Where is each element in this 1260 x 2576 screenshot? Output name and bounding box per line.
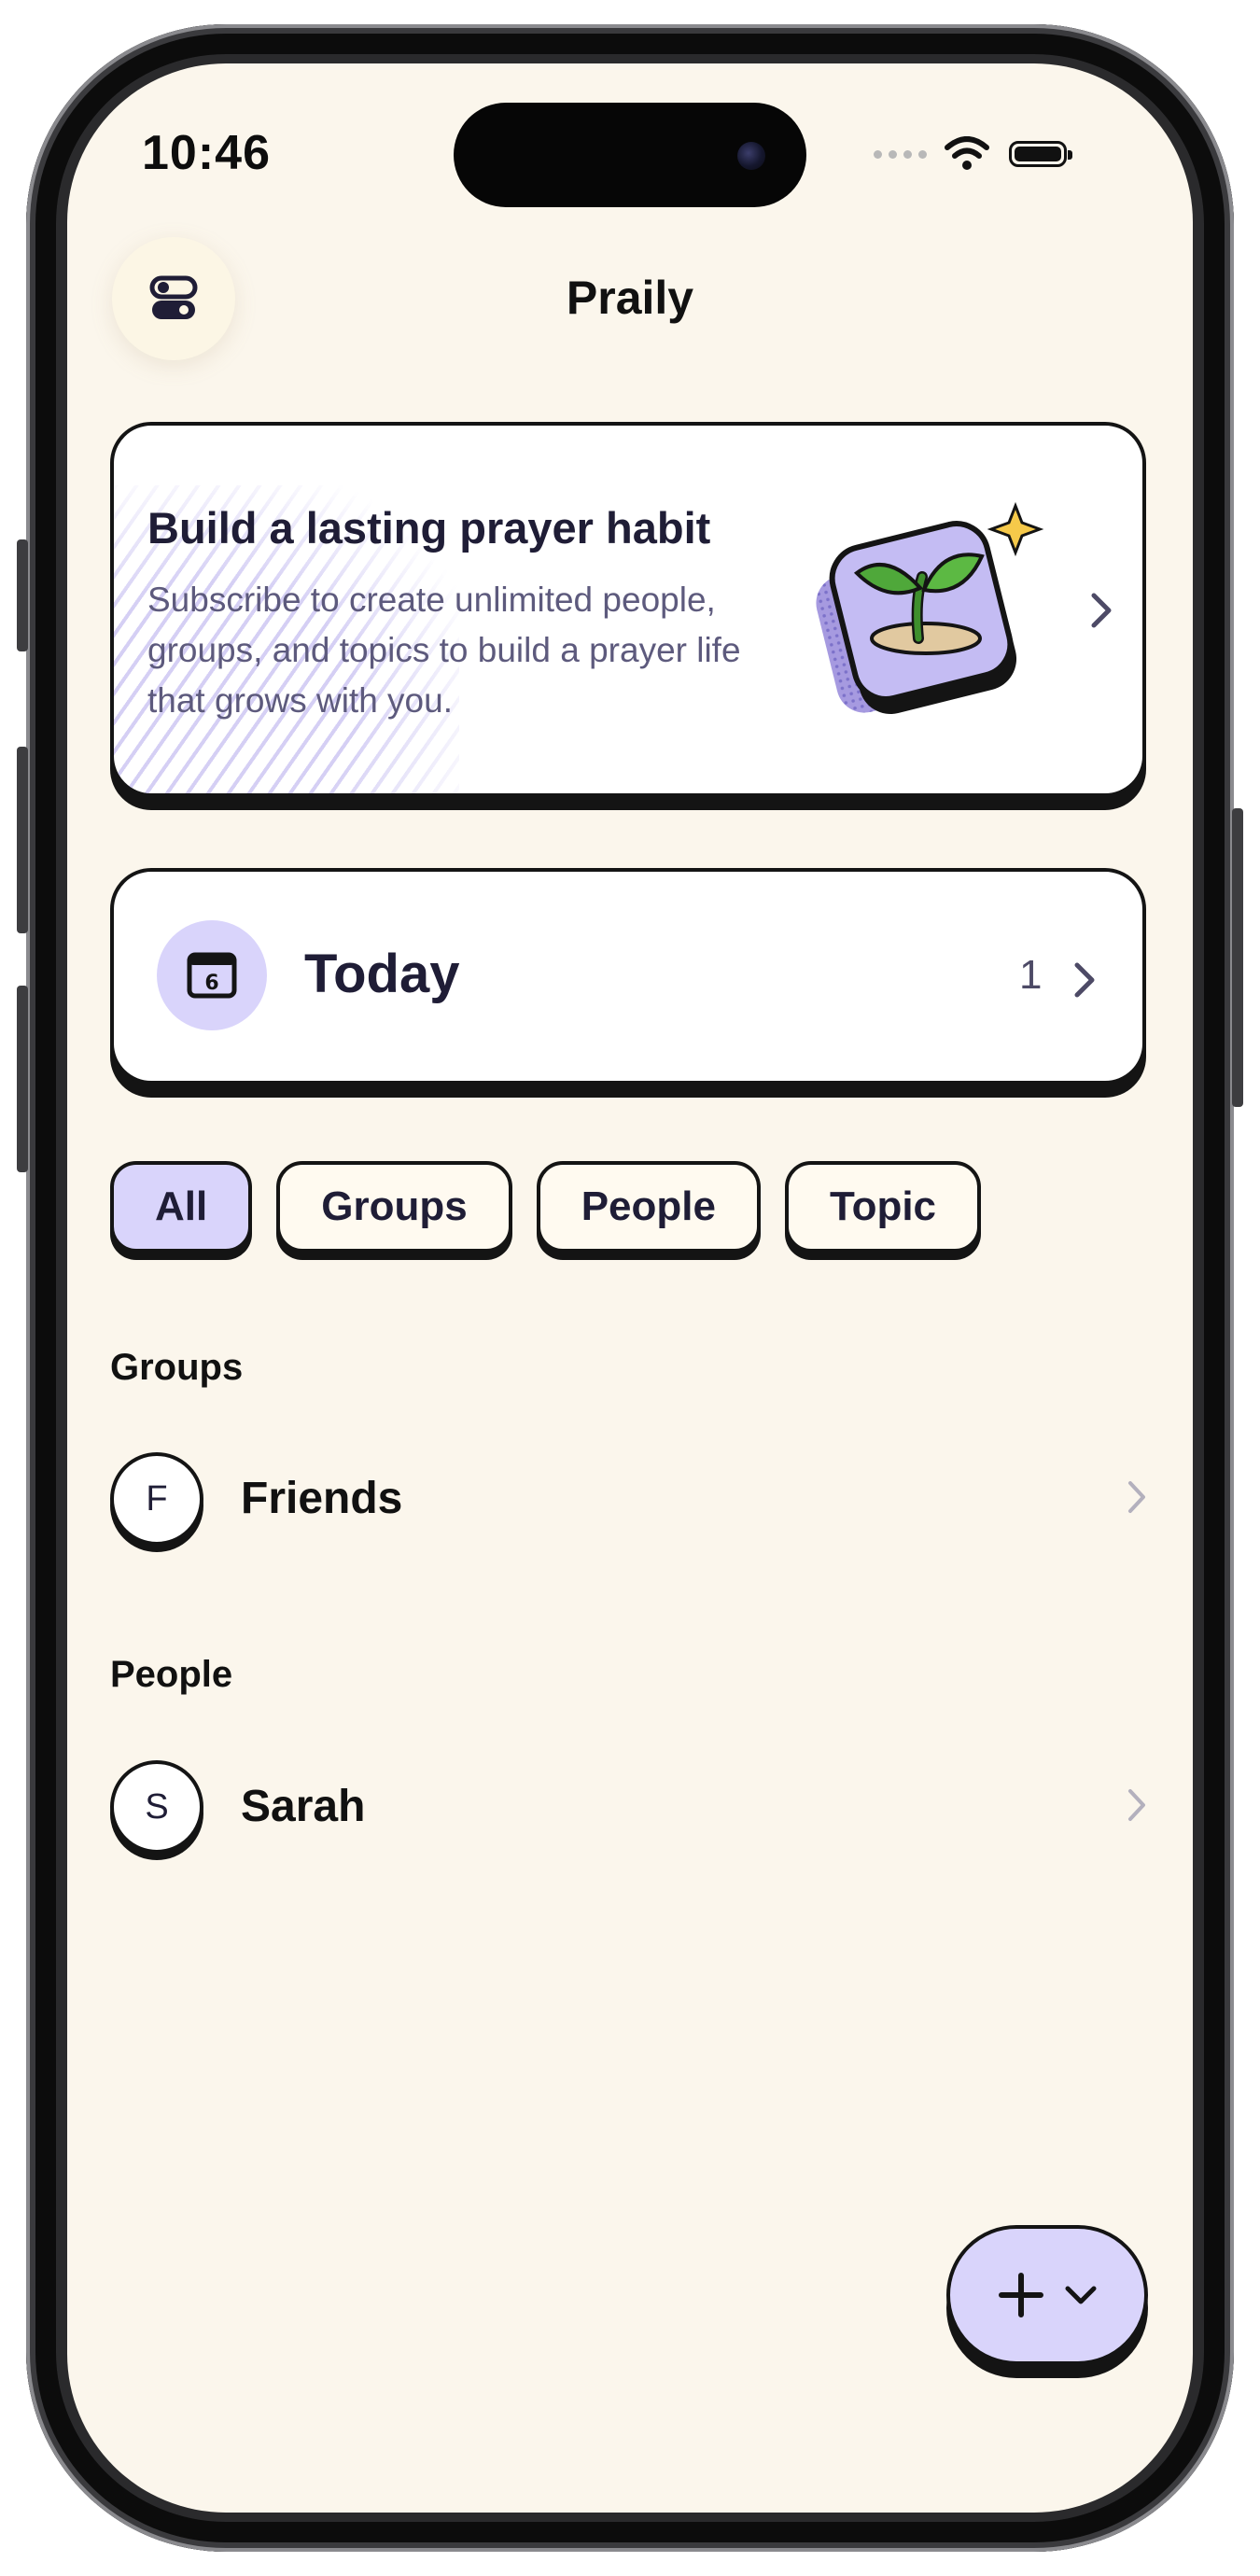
list-item-sarah[interactable]: S Sarah	[110, 1760, 1146, 1863]
sprout-illustration	[816, 501, 1044, 715]
today-count: 1	[1019, 952, 1043, 998]
today-label: Today	[304, 944, 460, 1004]
chevron-right-icon	[1091, 593, 1112, 628]
status-time: 10:46	[142, 126, 271, 180]
filter-topic[interactable]: Topic	[784, 1161, 982, 1253]
chevron-right-icon	[1128, 1789, 1145, 1821]
section-title-people: People	[110, 1654, 233, 1695]
subscribe-promo-card[interactable]: Build a lasting prayer habit Subscribe t…	[110, 422, 1146, 797]
power-button	[1232, 808, 1243, 1107]
filter-people[interactable]: People	[536, 1161, 761, 1253]
chevron-right-icon	[1128, 1481, 1145, 1513]
section-title-groups: Groups	[110, 1347, 244, 1388]
calendar-day: 6	[204, 972, 218, 995]
promo-title: Build a lasting prayer habit	[147, 503, 711, 553]
list-item-label: Sarah	[241, 1782, 366, 1831]
chevron-right-icon	[1074, 962, 1095, 998]
battery-icon	[1009, 141, 1072, 167]
action-button	[17, 539, 28, 651]
camera-lens	[737, 142, 765, 170]
plus-icon	[999, 2273, 1043, 2317]
list-item-label: Friends	[241, 1474, 403, 1523]
calendar-icon: 6	[187, 952, 237, 999]
filter-chips: All Groups People Topic	[110, 1161, 982, 1253]
today-card[interactable]: 6 Today 1	[110, 868, 1146, 1085]
filter-all[interactable]: All	[110, 1161, 253, 1253]
avatar: F	[110, 1452, 203, 1546]
list-item-friends[interactable]: F Friends	[110, 1452, 1146, 1555]
volume-up-button	[17, 747, 28, 933]
add-button[interactable]	[946, 2225, 1148, 2365]
today-icon-badge: 6	[157, 920, 267, 1030]
chevron-down-icon	[1065, 2286, 1097, 2304]
status-indicators	[874, 134, 1072, 174]
cellular-signal-icon	[874, 149, 927, 159]
wifi-icon	[945, 136, 989, 170]
filter-groups[interactable]: Groups	[276, 1161, 512, 1253]
page-title: Praily	[566, 272, 694, 324]
promo-description: Subscribe to create unlimited people, gr…	[147, 581, 741, 720]
volume-down-button	[17, 986, 28, 1172]
avatar: S	[110, 1760, 203, 1854]
